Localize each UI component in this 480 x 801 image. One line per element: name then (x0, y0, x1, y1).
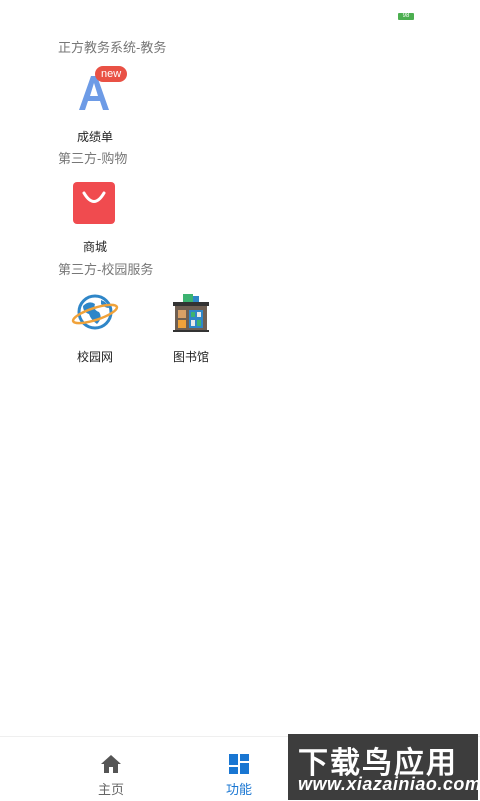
home-icon (100, 753, 122, 775)
watermark: 下载鸟应用 www.xiazainiao.com (288, 734, 478, 800)
new-badge: new (95, 66, 128, 82)
tile-campus-net[interactable]: 校园网 (55, 290, 135, 365)
tile-library[interactable]: 图书馆 (151, 290, 231, 365)
section-title-campus: 第三方-校园服务 (58, 262, 154, 277)
globe-icon (71, 290, 119, 338)
tile-grade-report[interactable]: new 成绩单 (55, 66, 135, 145)
tile-label: 校园网 (76, 350, 113, 364)
battery-icon: 98 (398, 13, 414, 20)
library-icon (167, 290, 215, 338)
nav-home-label: 主页 (97, 782, 124, 797)
tile-mall[interactable]: 商城 (55, 180, 135, 255)
tile-label: 商城 (82, 240, 107, 254)
tile-label: 图书馆 (172, 350, 209, 364)
nav-functions[interactable]: 功能 (191, 737, 287, 801)
section-title-shopping: 第三方-购物 (58, 151, 128, 166)
nav-home[interactable]: 主页 (63, 737, 159, 801)
section-title-jiaowu: 正方教务系统-教务 (58, 40, 167, 55)
grid-icon (228, 753, 250, 775)
nav-functions-label: 功能 (225, 782, 252, 797)
watermark-url: www.xiazainiao.com (298, 774, 478, 794)
status-bar: 98 (0, 0, 480, 30)
shopping-bag-icon (71, 180, 119, 228)
tile-label: 成绩单 (76, 130, 113, 144)
grade-a-icon: new (71, 66, 128, 118)
